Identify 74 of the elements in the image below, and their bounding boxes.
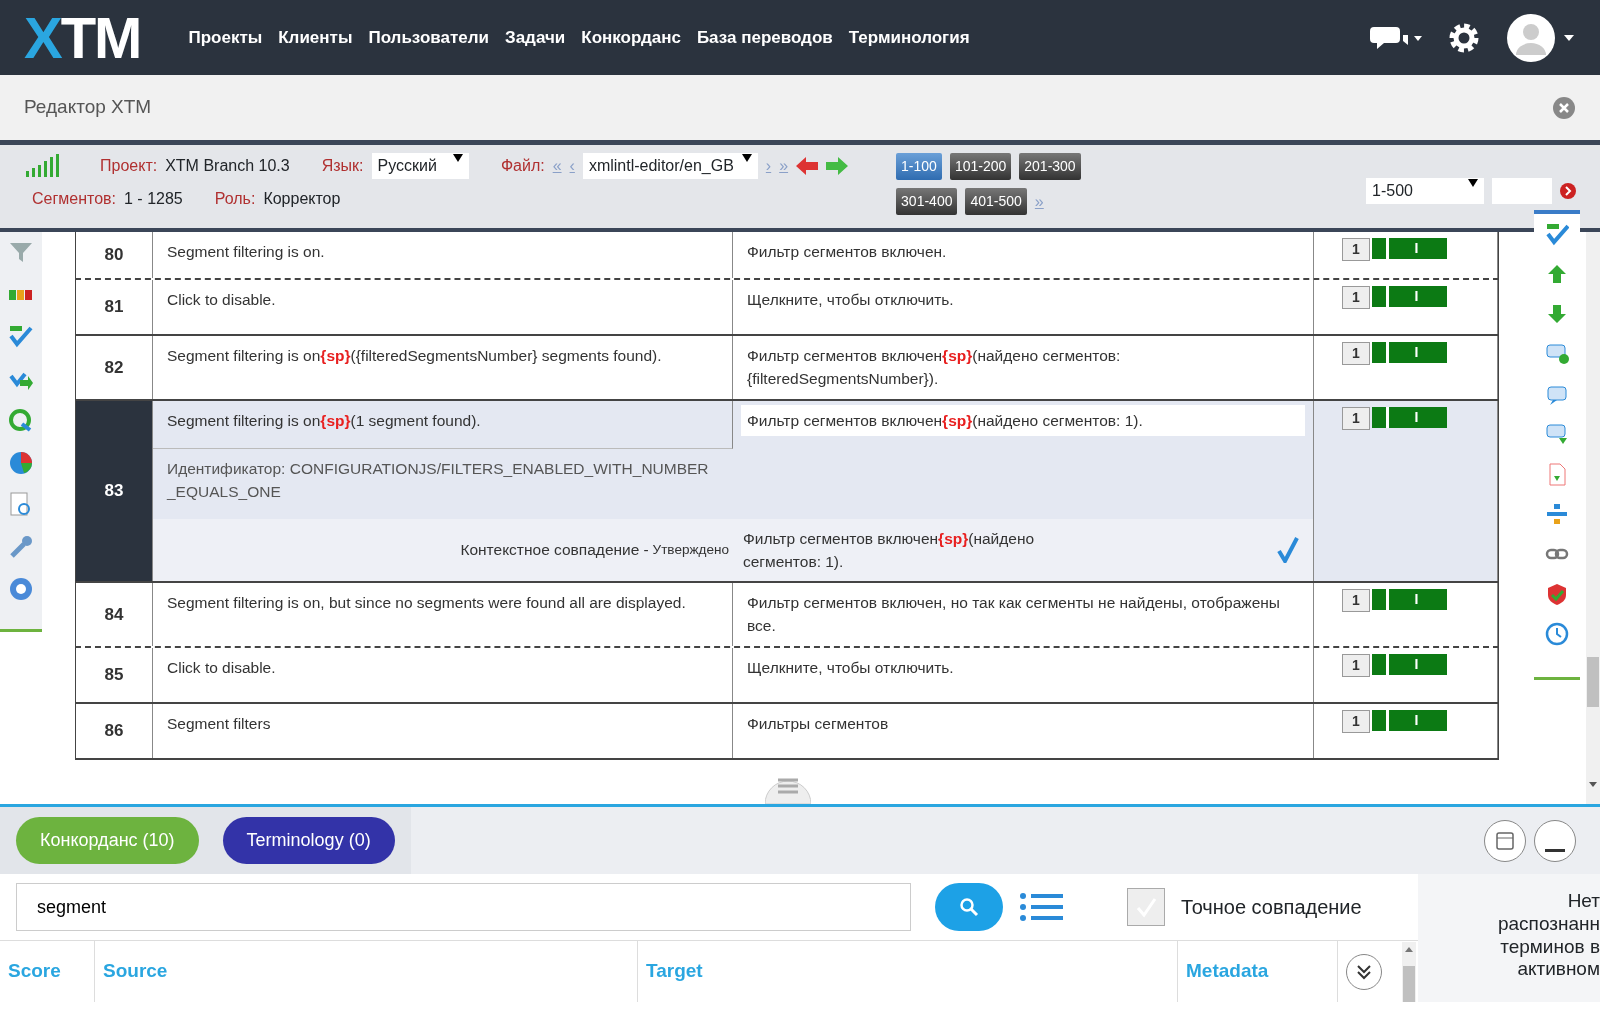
logo[interactable]: XTM <box>24 8 141 67</box>
status-indicator: I <box>1372 238 1447 259</box>
target-text[interactable]: Фильтр сегментов включен{sp}(найдено сегментов: {filteredSegmentsNumber}). <box>733 336 1314 399</box>
role-value: Корректор <box>263 189 341 209</box>
match-state: Утверждено <box>652 540 729 559</box>
segment-row[interactable]: 85 Click to disable. Щелкните, чтобы отключить. 1 I <box>75 647 1499 704</box>
segment-range: 1 - 1285 <box>124 189 183 209</box>
segment-number: 81 <box>76 280 153 334</box>
project-name: XTM Branch 10.3 <box>165 156 290 176</box>
segment-number: 83 <box>76 400 153 581</box>
checkbox-label: Точное совпадение <box>1181 895 1362 920</box>
status-count: 1 <box>1342 238 1370 261</box>
status-indicator: I <box>1372 406 1447 428</box>
status-count: 1 <box>1342 286 1370 309</box>
segment-row[interactable]: 80 Segment filtering is on. Фильтр сегментов включен. 1 I <box>75 232 1499 280</box>
status-count: 1 <box>1342 589 1370 612</box>
nav-link[interactable]: Пользователи <box>368 24 489 51</box>
search-field[interactable]: segment <box>16 883 911 931</box>
source-text: Segment filters <box>153 703 733 758</box>
match-target-text: Фильтр сегментов включен{sp}(найдено сегментов: 1). <box>743 528 1036 572</box>
source-text: Click to disable. <box>153 280 733 334</box>
field-label: Роль: <box>214 189 256 209</box>
source-text: Segment filtering is on, but since no segments were found all are displayed. <box>153 583 733 646</box>
segment-number: 82 <box>76 336 153 399</box>
page-button[interactable]: 301-400 <box>896 188 958 215</box>
status-indicator: I <box>1372 342 1447 363</box>
nav-link[interactable]: Конкорданс <box>581 24 681 51</box>
status-count: 1 <box>1342 406 1370 430</box>
status-indicator: I <box>1372 286 1447 307</box>
field-label: Язык: <box>321 156 364 176</box>
target-text[interactable]: Фильтр сегментов включен. <box>733 232 1314 278</box>
panel-tab[interactable]: Terminology (0) <box>222 817 395 864</box>
target-input[interactable]: Фильтр сегментов включен{sp}(найдено сегментов: 1). <box>741 404 1305 436</box>
source-text: Segment filtering is on{sp}({filteredSegmentsNumber} segments found). <box>153 336 733 399</box>
field-label: Проект: <box>100 156 158 176</box>
segment-row[interactable]: 81 Click to disable. Щелкните, чтобы отключить. 1 I <box>75 280 1499 336</box>
target-text[interactable]: Фильтр сегментов включен, но так как сегменты не найдены, отображены все. <box>733 583 1314 646</box>
status-indicator: I <box>1372 653 1447 675</box>
nav-link[interactable]: Клиенты <box>278 24 353 51</box>
target-text[interactable]: Щелкните, чтобы отключить. <box>733 647 1314 702</box>
segment-row[interactable]: 84 Segment filtering is on, but since no segments were found all are displayed. Фильтр сегментов включен, но так как сегменты не найдены, отображены все. 1 I <box>75 583 1499 648</box>
field-label: Файл: <box>500 156 545 176</box>
language-dropdown[interactable]: Русский <box>371 153 469 179</box>
segment-number: 86 <box>76 703 153 758</box>
target-text[interactable]: Щелкните, чтобы отключить. <box>733 280 1314 334</box>
target-text[interactable]: Фильтры сегментов <box>733 703 1314 758</box>
match-label: Контекстное совпадение <box>460 540 640 561</box>
source-text: Click to disable. <box>153 647 733 702</box>
page-button[interactable]: 401-500 <box>965 188 1027 215</box>
window-title: Редактор XTM <box>24 95 152 120</box>
segment-row[interactable]: 86 Segment filters Фильтры сегментов 1 I <box>75 703 1499 760</box>
segment-number: 85 <box>76 647 153 702</box>
status-indicator: I <box>1372 589 1447 610</box>
status-indicator: I <box>1372 709 1447 731</box>
nav-link[interactable]: Задачи <box>505 24 566 51</box>
status-count: 1 <box>1342 342 1370 365</box>
identifier-text: Идентификатор: CONFIGURATIONJS/FILTERS_ENABLED_WITH_NUMBER_EQUALS_ONE <box>153 448 1314 519</box>
empty-state-text: Нет распознанн терминов в активном <box>1418 874 1600 1002</box>
field-label: Сегментов: <box>32 189 116 209</box>
file-dropdown[interactable]: xmlintl-editor/en_GB <box>582 153 758 179</box>
status-count: 1 <box>1342 653 1370 677</box>
status-count: 1 <box>1342 709 1370 733</box>
nav-link[interactable]: Проекты <box>188 24 263 51</box>
segment-number: 84 <box>76 583 153 646</box>
nav-link[interactable]: Терминология <box>848 24 970 51</box>
range-dropdown[interactable]: 1-500 <box>1366 177 1484 204</box>
source-text: Segment filtering is on. <box>153 232 733 278</box>
page-button[interactable]: 101-200 <box>949 153 1012 180</box>
segment-number: 80 <box>76 232 153 278</box>
source-text: Segment filtering is on{sp}(1 segment found). <box>153 400 733 449</box>
page-button[interactable]: 1-100 <box>896 153 942 180</box>
dash-text: - <box>643 540 649 561</box>
page-button[interactable]: 201-300 <box>1019 153 1081 180</box>
nav-link[interactable]: База переводов <box>696 24 833 51</box>
